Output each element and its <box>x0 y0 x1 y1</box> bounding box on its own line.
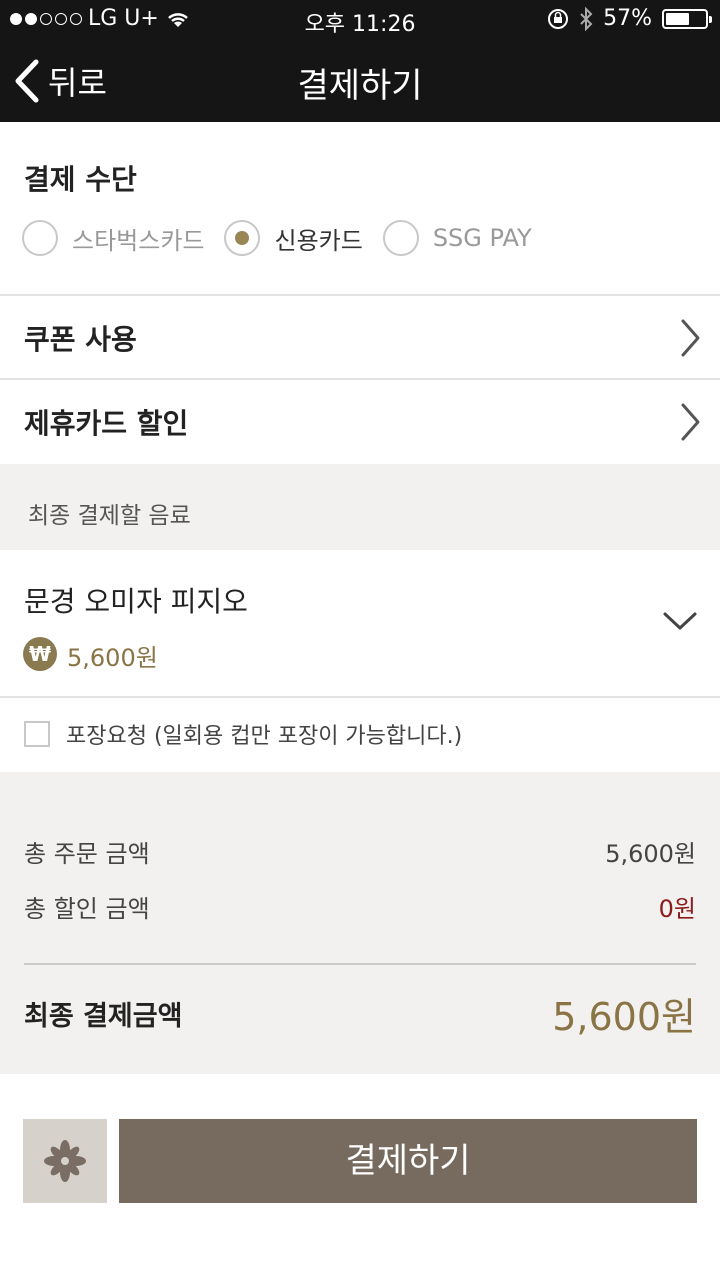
drink-price: 5,600원 <box>67 644 158 672</box>
total-discount-row: 총 할인 금액 0원 <box>24 889 696 924</box>
payment-method-title: 결제 수단 <box>24 163 137 196</box>
drink-name: 문경 오미자 피지오 <box>24 585 248 618</box>
final-drinks-band: 최종 결제할 음료 <box>0 464 720 550</box>
radio-starbucks-card[interactable]: 스타벅스카드 <box>22 220 204 256</box>
bottom-action-bar: 결제하기 <box>0 1074 720 1280</box>
payment-method-section: 결제 수단 스타벅스카드 신용카드 SSG PAY <box>0 122 720 294</box>
radio-credit-card[interactable]: 신용카드 <box>224 220 363 256</box>
starbucks-flower-icon <box>44 1140 86 1182</box>
drink-item[interactable]: 문경 오미자 피지오 ₩ 5,600원 <box>0 550 720 696</box>
packaging-checkbox[interactable] <box>24 721 50 747</box>
pay-button[interactable]: 결제하기 <box>119 1119 697 1203</box>
chevron-down-icon[interactable] <box>662 610 698 632</box>
packaging-row: 포장요청 (일회용 컵만 포장이 가능합니다.) <box>0 698 720 770</box>
battery-icon <box>662 8 712 29</box>
total-order-value: 5,600원 <box>605 840 696 868</box>
radio-button[interactable] <box>22 220 58 256</box>
payment-summary: 총 주문 금액 5,600원 총 할인 금액 0원 최종 결제금액 5,600원 <box>0 772 720 1074</box>
payment-method-options: 스타벅스카드 신용카드 SSG PAY <box>22 220 532 256</box>
coupon-label: 쿠폰 사용 <box>24 323 137 356</box>
summary-divider <box>24 963 696 965</box>
partner-card-label: 제휴카드 할인 <box>24 407 189 440</box>
total-order-row: 총 주문 금액 5,600원 <box>24 834 696 869</box>
radio-label: SSG PAY <box>432 224 532 252</box>
radio-ssg-pay[interactable]: SSG PAY <box>382 220 532 256</box>
final-drinks-heading: 최종 결제할 음료 <box>28 503 191 529</box>
rotation-lock-icon <box>548 8 569 29</box>
partner-card-row[interactable]: 제휴카드 할인 <box>0 380 720 464</box>
radio-label: 스타벅스카드 <box>72 226 205 255</box>
total-discount-label: 총 할인 금액 <box>24 895 150 923</box>
status-right: 57% <box>547 6 712 31</box>
bluetooth-icon <box>580 6 593 31</box>
chevron-right-icon <box>681 403 700 441</box>
total-discount-value: 0원 <box>658 895 696 923</box>
top-bar: LG U+ 오후 11:26 57% 뒤로 결제하기 <box>0 0 720 122</box>
final-amount-label: 최종 결제금액 <box>24 1001 183 1032</box>
radio-label: 신용카드 <box>274 226 363 255</box>
final-amount-value: 5,600원 <box>552 995 696 1039</box>
chevron-right-icon <box>681 319 700 357</box>
favorite-button[interactable] <box>23 1119 107 1203</box>
status-bar: LG U+ 오후 11:26 57% <box>0 0 720 40</box>
won-coin-icon: ₩ <box>23 637 57 671</box>
battery-percent: 57% <box>603 6 652 31</box>
navigation-bar: 뒤로 결제하기 <box>0 40 720 122</box>
total-order-label: 총 주문 금액 <box>24 840 150 868</box>
packaging-label: 포장요청 (일회용 컵만 포장이 가능합니다.) <box>66 724 463 749</box>
radio-button-selected[interactable] <box>224 220 261 256</box>
coupon-row[interactable]: 쿠폰 사용 <box>0 296 720 380</box>
page-title: 결제하기 <box>297 66 423 106</box>
radio-button[interactable] <box>382 220 419 256</box>
